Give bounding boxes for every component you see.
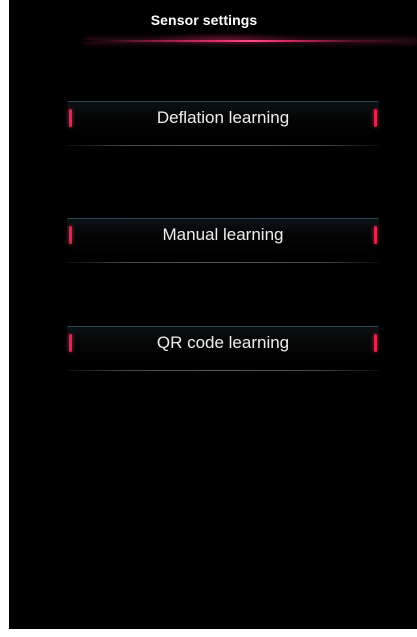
right-accent-cap	[374, 109, 377, 127]
app-screen: Sensor settings Deflation learning Manua…	[9, 0, 417, 629]
header-accent-line	[84, 40, 417, 42]
deflation-learning-button[interactable]: Deflation learning	[67, 101, 379, 146]
page-title: Sensor settings	[150, 12, 258, 28]
header-bar: Sensor settings	[9, 0, 417, 46]
deflation-learning-label: Deflation learning	[156, 108, 290, 127]
header-glow	[139, 32, 309, 46]
manual-learning-label: Manual learning	[162, 225, 284, 244]
right-accent-cap	[374, 226, 377, 244]
manual-learning-button[interactable]: Manual learning	[67, 218, 379, 263]
right-accent-cap	[374, 334, 377, 352]
qr-code-learning-button[interactable]: QR code learning	[67, 326, 379, 371]
qr-code-learning-label: QR code learning	[156, 333, 290, 352]
